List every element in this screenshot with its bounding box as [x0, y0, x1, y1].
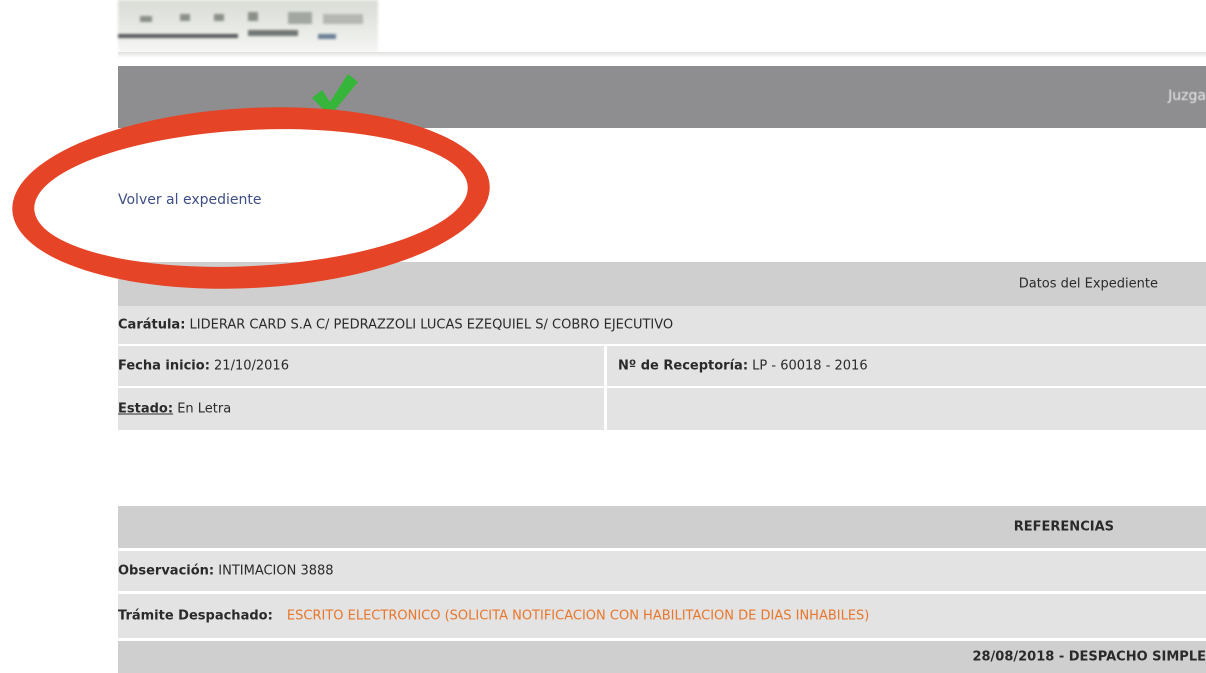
tramite-label: Trámite Despachado:	[118, 608, 273, 624]
estado-row: Estado: En Letra	[118, 388, 1206, 430]
tramite-row: Trámite Despachado: ESCRITO ELECTRONICO …	[118, 594, 1206, 638]
court-name-text: Juzga	[1168, 88, 1206, 104]
receptoria-label: Nº de Receptoría:	[618, 358, 749, 374]
case-data-header: Datos del Expediente	[118, 262, 1206, 306]
estado-label: Estado:	[118, 401, 174, 417]
tramite-value: ESCRITO ELECTRONICO (SOLICITA NOTIFICACI…	[286, 608, 870, 624]
observacion-row: Observación: INTIMACION 3888	[118, 551, 1206, 591]
back-to-case-link[interactable]: Volver al expediente	[118, 192, 262, 208]
despacho-title: 28/08/2018 - DESPACHO SIMPLE	[972, 649, 1206, 665]
estado-value: En Letra	[177, 401, 232, 417]
case-data-title: Datos del Expediente	[1018, 276, 1158, 292]
caratula-row: Carátula: LIDERAR CARD S.A C/ PEDRAZZOLI…	[118, 306, 1206, 344]
header-divider	[118, 52, 1206, 58]
references-header: REFERENCIAS	[118, 506, 1206, 548]
observacion-label: Observación:	[118, 563, 215, 579]
fecha-inicio-label: Fecha inicio:	[118, 358, 210, 374]
caratula-value: LIDERAR CARD S.A C/ PEDRAZZOLI LUCAS EZE…	[189, 317, 674, 333]
fecha-inicio-value: 21/10/2016	[214, 358, 289, 374]
check-icon	[308, 72, 358, 120]
cell-divider	[604, 346, 607, 386]
site-logo	[118, 0, 378, 52]
fecha-receptoria-row: Fecha inicio: 21/10/2016 Nº de Receptorí…	[118, 346, 1206, 386]
observacion-value: INTIMACION 3888	[218, 563, 334, 579]
despacho-header: 28/08/2018 - DESPACHO SIMPLE	[118, 641, 1206, 673]
top-bar: Juzga	[118, 66, 1206, 128]
caratula-label: Carátula:	[118, 317, 186, 333]
references-title: REFERENCIAS	[1013, 519, 1114, 535]
cell-divider	[604, 388, 607, 430]
receptoria-value: LP - 60018 - 2016	[752, 358, 868, 374]
